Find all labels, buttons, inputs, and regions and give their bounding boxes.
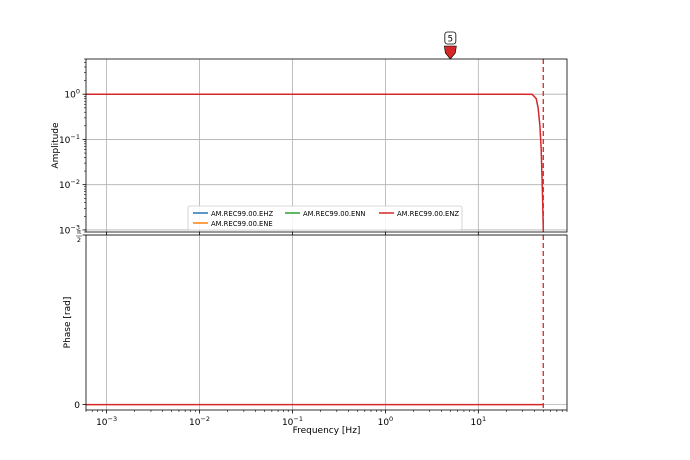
phase-y-tick-label: π: [77, 228, 81, 236]
phase-x-tick-label: 10−3: [96, 415, 117, 428]
x-axis-label: Frequency [Hz]: [293, 426, 361, 436]
legend-entry-label: AM.REC99.00.ENE: [211, 220, 273, 228]
amp-y-tick-label: 10−2: [59, 178, 80, 191]
phase-x-tick-label: 101: [471, 415, 487, 428]
phase-y-tick-label: 2: [77, 236, 81, 244]
phase-panel: 0π210−3 10−2 10−1 100 101Phase [rad]Frequenc…: [63, 228, 568, 436]
phase-y-tick-label: 0: [74, 401, 80, 411]
phase-y-axis-label: Phase [rad]: [63, 297, 73, 349]
legend-entry-label: AM.REC99.00.ENZ: [397, 210, 459, 218]
marker-triangle: [444, 45, 457, 60]
phase-x-tick-label: 10−2: [189, 415, 210, 428]
marker-label: 5: [448, 35, 453, 45]
phase-x-tick-label: 100: [378, 415, 394, 428]
legend-entry-label: AM.REC99.00.EHZ: [211, 210, 273, 218]
amp-y-axis-label: Amplitude: [51, 122, 61, 169]
amp-y-tick-label: 100: [64, 88, 80, 101]
phase-axes-frame: [85, 234, 568, 411]
amp-y-tick-label: 10−1: [59, 133, 80, 146]
legend-entry-label: AM.REC99.00.ENN: [303, 210, 366, 218]
legend: AM.REC99.00.EHZ AM.REC99.00.ENE AM.REC99.0…: [187, 205, 463, 231]
sensitivity-marker: 5: [444, 31, 457, 60]
response-figure: 10010−110−210−3Amplitude 0π210−3 10−2 10−1…: [51, 31, 568, 436]
